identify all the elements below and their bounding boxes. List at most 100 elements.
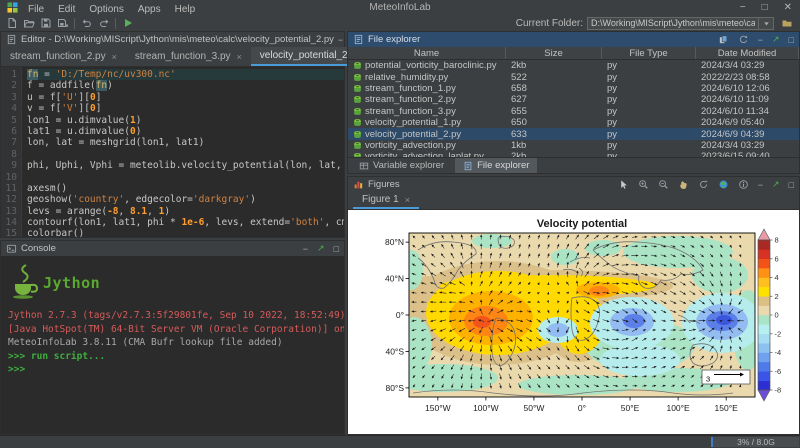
x-tick-label: 0° <box>578 403 586 413</box>
table-row[interactable]: stream_function_1.py658py2024/6/10 12:06 <box>348 83 799 94</box>
velocity-potential-figure[interactable]: Velocity potential3150°W100°W50°W0°50°E1… <box>348 210 799 432</box>
select-arrow-button[interactable] <box>618 179 629 190</box>
code-line[interactable]: axesm() <box>27 183 344 194</box>
menu-edit[interactable]: Edit <box>51 4 82 15</box>
y-tick-label: 0° <box>396 310 404 320</box>
menu-file[interactable]: File <box>21 4 51 15</box>
redo-button[interactable] <box>95 16 112 31</box>
pan-hand-button[interactable] <box>678 179 689 190</box>
folder-dropdown-button[interactable] <box>759 17 774 30</box>
zoom-out-button[interactable] <box>658 179 669 190</box>
editor-panel-title: Editor - D:\Working\MIScript\Jython\mis\… <box>21 34 334 45</box>
code-line[interactable]: phi, Uphi, Vphi = meteolib.velocity_pote… <box>27 160 344 171</box>
python-file-icon <box>353 107 362 116</box>
code-line[interactable]: levs = arange(-8, 8.1, 1) <box>27 206 344 217</box>
code-line[interactable] <box>27 149 344 160</box>
maximize-panel-button[interactable]: □ <box>334 244 339 254</box>
colorbar-tick-label: 6 <box>775 254 779 263</box>
main-area: Editor - D:\Working\MIScript\Jython\mis\… <box>0 31 800 435</box>
browse-folder-button[interactable] <box>778 16 795 31</box>
code-line[interactable]: contourf(lon1, lat1, phi * 1e-6, levs, e… <box>27 217 344 228</box>
minimize-panel-button[interactable]: − <box>758 180 763 190</box>
close-icon[interactable]: × <box>405 195 410 205</box>
table-row[interactable]: velocity_potential_2.py633py2024/6/9 04:… <box>348 128 799 139</box>
minimize-panel-button[interactable]: − <box>758 35 763 45</box>
window-maximize-button[interactable]: □ <box>762 0 768 15</box>
open-folder-button[interactable] <box>20 16 37 31</box>
close-icon[interactable]: × <box>112 52 117 62</box>
code-line[interactable]: u = f['U'][0] <box>27 92 344 103</box>
run-script-button[interactable] <box>119 16 136 31</box>
code-line[interactable]: f = addfile(fn) <box>27 80 344 91</box>
globe-button[interactable] <box>718 179 729 190</box>
column-header-name[interactable]: Name <box>348 47 506 59</box>
table-row[interactable]: stream_function_3.py655py2024/6/10 11:34 <box>348 106 799 117</box>
code-line[interactable]: fn = 'D:/Temp/nc/uv300.nc' <box>27 69 344 80</box>
undo-icon <box>81 17 93 29</box>
window-minimize-button[interactable]: − <box>740 0 746 15</box>
minimize-panel-button[interactable]: − <box>303 244 308 254</box>
line-number: 9 <box>1 160 17 171</box>
memory-usage-indicator[interactable]: 3% / 8.0G <box>711 437 799 447</box>
colorbar-tick-label: -4 <box>775 348 782 357</box>
rotate-icon <box>698 179 709 190</box>
zoom-in-button[interactable] <box>638 179 649 190</box>
table-row[interactable]: potential_vorticity_baroclinic.py2kbpy20… <box>348 60 799 71</box>
code-line[interactable]: colorbar() <box>27 228 344 237</box>
copy-file-button[interactable] <box>718 34 729 45</box>
y-tick-label: 80°N <box>385 237 404 247</box>
rotate-button[interactable] <box>698 179 709 190</box>
column-header-date-modified[interactable]: Date Modified <box>696 47 799 59</box>
code-line[interactable]: lon1 = u.dimvalue(1) <box>27 115 344 126</box>
table-row[interactable]: stream_function_2.py627py2024/6/10 11:09 <box>348 94 799 105</box>
console-output[interactable]: Jython Jython 2.7.3 (tags/v2.7.3:5f29801… <box>1 256 344 434</box>
editor-tab-0[interactable]: stream_function_2.py × <box>1 47 126 66</box>
float-panel-button[interactable]: ↗ <box>772 179 780 190</box>
editor-tab-label: stream_function_2.py <box>10 51 106 62</box>
jython-cup-icon <box>10 263 40 299</box>
console-line: >>> <box>8 363 337 377</box>
code-editor[interactable]: 123456789101112131415 fn = 'D:/Temp/nc/u… <box>1 67 344 237</box>
file-size: 522 <box>506 71 602 82</box>
maximize-panel-button[interactable]: □ <box>789 180 794 190</box>
menu-options[interactable]: Options <box>82 4 130 15</box>
editor-page-icon <box>6 34 17 45</box>
new-file-button[interactable] <box>3 16 20 31</box>
table-row[interactable]: vorticity_advection.py1kbpy2024/3/4 03:2… <box>348 140 799 151</box>
tab-figure-1[interactable]: Figure 1 × <box>353 194 419 209</box>
file-type: py <box>602 106 696 117</box>
code-line[interactable]: v = f['V'][0] <box>27 103 344 114</box>
tab-variable-explorer[interactable]: Variable explorer <box>351 158 452 173</box>
file-name: velocity_potential_1.py <box>365 117 461 128</box>
save-button[interactable] <box>37 16 54 31</box>
maximize-panel-button[interactable]: □ <box>789 35 794 45</box>
float-panel-button[interactable]: ↗ <box>772 34 780 45</box>
window-close-button[interactable]: ✕ <box>784 0 792 15</box>
line-number-gutter: 123456789101112131415 <box>1 67 22 237</box>
code-line[interactable]: lat1 = u.dimvalue(0) <box>27 126 344 137</box>
figure-plot-area[interactable]: Velocity potential3150°W100°W50°W0°50°E1… <box>348 210 799 434</box>
identify-button[interactable] <box>738 179 749 190</box>
refresh-button[interactable] <box>738 34 749 45</box>
editor-tab-1[interactable]: stream_function_3.py× <box>126 47 251 66</box>
current-folder-input[interactable] <box>587 17 759 30</box>
code-line[interactable] <box>27 172 344 183</box>
code-line[interactable]: lon, lat = meshgrid(lon1, lat1) <box>27 137 344 148</box>
menu-apps[interactable]: Apps <box>131 4 168 15</box>
table-row[interactable]: velocity_potential_1.py650py2024/6/9 05:… <box>348 117 799 128</box>
save-as-button[interactable] <box>54 16 71 31</box>
float-panel-button[interactable]: ↗ <box>317 243 325 254</box>
tab-file-explorer[interactable]: File explorer <box>455 158 537 173</box>
menu-help[interactable]: Help <box>168 4 203 15</box>
undo-button[interactable] <box>78 16 95 31</box>
file-date: 2024/3/4 03:29 <box>696 140 799 151</box>
column-header-file-type[interactable]: File Type <box>602 47 696 59</box>
minimize-panel-button[interactable]: − <box>338 35 343 45</box>
y-tick-label: 40°N <box>385 274 404 284</box>
close-icon[interactable]: × <box>237 52 242 62</box>
column-header-size[interactable]: Size <box>506 47 602 59</box>
code-text[interactable]: fn = 'D:/Temp/nc/uv300.nc'f = addfile(fn… <box>22 67 344 237</box>
file-date: 2024/6/10 11:34 <box>696 106 799 117</box>
table-row[interactable]: relative_humidity.py522py2022/2/23 08:58 <box>348 71 799 82</box>
code-line[interactable]: geoshow('country', edgecolor='darkgray') <box>27 194 344 205</box>
